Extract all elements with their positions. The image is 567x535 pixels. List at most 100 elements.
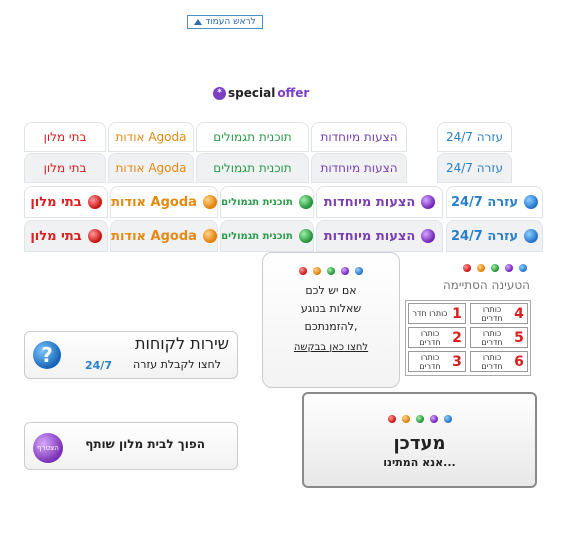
popup-line: אם יש לכם	[305, 284, 357, 297]
room-cell[interactable]: כותרו חדר 1	[408, 303, 466, 324]
service-badge: 24/7	[85, 359, 112, 372]
tab-about-agoda[interactable]: אודות Agoda	[110, 220, 218, 252]
tab-special-offers[interactable]: הצעות מיוחדות	[316, 186, 443, 218]
tab-label: בתי מלון	[43, 130, 87, 144]
tab-help[interactable]: עזרה 24/7	[446, 186, 543, 218]
red-ball-icon	[87, 195, 102, 209]
blue-dot-icon	[443, 415, 452, 423]
tab-label: הצעות מיוחדות	[320, 161, 398, 175]
tab-label: עזרה 24/7	[445, 161, 504, 175]
tab-label: הצעות מיוחדות	[320, 130, 398, 144]
tab-label: בתי מלון	[43, 161, 87, 175]
tab-help[interactable]: עזרה 24/7	[446, 220, 543, 252]
tab-rewards[interactable]: תוכנית תגמולים	[220, 220, 314, 252]
arrow-up-icon	[194, 19, 203, 25]
back-to-top-link[interactable]: לראש העמוד	[187, 15, 263, 29]
tab-rewards[interactable]: תוכנית תגמולים	[220, 186, 314, 218]
green-ball-icon	[298, 229, 313, 243]
popup-link[interactable]: לחצו כאן בבקשה	[263, 342, 399, 353]
green-dot-icon	[415, 415, 424, 423]
room-label: כותרו חדרים	[419, 328, 441, 347]
room-number: 4	[514, 305, 524, 322]
rooms-grid: כותרו חדרים 4 כותרו חדר 1 כותרו חדרים 5 כות…	[405, 300, 531, 376]
blue-dot-icon	[519, 264, 527, 272]
tab-help[interactable]: עזרה 24/7	[437, 153, 512, 183]
service-title: שירות לקוחות	[134, 334, 229, 353]
purple-dot-icon	[429, 415, 438, 423]
room-number: 1	[452, 305, 462, 322]
room-number: 5	[514, 329, 524, 346]
orange-dot-icon	[313, 267, 321, 275]
updating-subtitle: אנא המתינו...	[383, 456, 456, 469]
tab-label: בתי מלון	[30, 194, 82, 210]
red-ball-icon	[87, 229, 102, 243]
partner-label: הפוך לבית מלון שותף	[85, 437, 205, 451]
color-dots	[263, 265, 399, 278]
tab-special-offers[interactable]: הצעות מיוחדות	[316, 220, 443, 252]
loading-status: הטעינה הסתיימה	[410, 257, 530, 292]
special-offer-logo[interactable]: * special offer	[213, 86, 309, 100]
red-dot-icon	[463, 264, 471, 272]
tab-label: אודות Agoda	[111, 194, 197, 210]
tab-label: אודות Agoda	[115, 130, 187, 144]
updating-dialog: מעדכן אנא המתינו...	[302, 392, 537, 488]
tab-hotels[interactable]: בתי מלון	[24, 220, 108, 252]
help-question-icon: ?	[33, 341, 61, 369]
purple-ball-icon	[421, 195, 436, 209]
tab-hotels[interactable]: בתי מלון	[24, 153, 106, 183]
color-dots	[304, 408, 535, 427]
blue-dot-icon	[355, 267, 363, 275]
tab-about-agoda[interactable]: אודות Agoda	[108, 153, 194, 183]
special-offer-word1: special	[228, 86, 276, 100]
orange-ball-icon	[202, 229, 217, 243]
special-offer-word2: offer	[277, 86, 310, 100]
room-cell[interactable]: כותרו חדרים 3	[408, 351, 466, 372]
tab-label: הצעות מיוחדות	[323, 194, 416, 210]
room-label: כותרו חדר	[412, 309, 448, 318]
tab-label: תוכנית תגמולים	[221, 196, 293, 208]
green-ball-icon	[298, 195, 313, 209]
room-number: 2	[452, 329, 462, 346]
room-cell[interactable]: כותרו חדרים 2	[408, 327, 466, 348]
room-label: כותרו חדרים	[481, 328, 503, 347]
tab-label: עזרה 24/7	[445, 130, 504, 144]
tab-about-agoda[interactable]: אודות Agoda	[110, 186, 218, 218]
tab-label: הצעות מיוחדות	[323, 228, 416, 244]
become-partner-button[interactable]: הצטרף הפוך לבית מלון שותף	[24, 422, 238, 470]
tab-hotels[interactable]: בתי מלון	[24, 122, 106, 152]
blue-ball-icon	[524, 229, 539, 243]
service-subtitle: לחצו לקבלת עזרה	[133, 358, 221, 371]
green-dot-icon	[491, 264, 499, 272]
tab-label: אודות Agoda	[115, 161, 187, 175]
room-cell[interactable]: כותרו חדרים 4	[470, 303, 528, 324]
updating-title: מעדכן	[393, 433, 446, 454]
color-dots	[410, 257, 530, 276]
room-cell[interactable]: כותרו חדרים 6	[470, 351, 528, 372]
tab-special-offers[interactable]: הצעות מיוחדות	[311, 122, 407, 152]
purple-dot-icon	[505, 264, 513, 272]
room-label: כותרו חדרים	[481, 352, 503, 371]
customer-service-button[interactable]: ? 24/7 שירות לקוחות לחצו לקבלת עזרה	[24, 331, 238, 379]
room-label: כותרו חדרים	[419, 352, 441, 371]
blue-ball-icon	[524, 195, 539, 209]
tab-about-agoda[interactable]: אודות Agoda	[108, 122, 194, 152]
red-dot-icon	[387, 415, 396, 423]
star-icon: *	[213, 86, 226, 100]
tab-label: תוכנית תגמולים	[221, 230, 293, 242]
room-label: כותרו חדרים	[481, 304, 503, 323]
tab-hotels[interactable]: בתי מלון	[24, 186, 108, 218]
orange-dot-icon	[477, 264, 485, 272]
purple-ball-icon	[421, 229, 436, 243]
tab-label: עזרה 24/7	[450, 194, 519, 210]
room-cell[interactable]: כותרו חדרים 5	[470, 327, 528, 348]
tab-label: תוכנית תגמולים	[213, 130, 292, 144]
join-button[interactable]: הצטרף	[33, 433, 63, 463]
popup-line: להזמנתכם,	[304, 320, 358, 333]
tab-help[interactable]: עזרה 24/7	[437, 122, 512, 152]
tab-rewards[interactable]: תוכנית תגמולים	[196, 153, 309, 183]
room-number: 3	[452, 353, 462, 370]
tab-rewards[interactable]: תוכנית תגמולים	[196, 122, 309, 152]
loading-text: הטעינה הסתיימה	[442, 278, 530, 292]
red-dot-icon	[299, 267, 307, 275]
tab-special-offers[interactable]: הצעות מיוחדות	[311, 153, 407, 183]
